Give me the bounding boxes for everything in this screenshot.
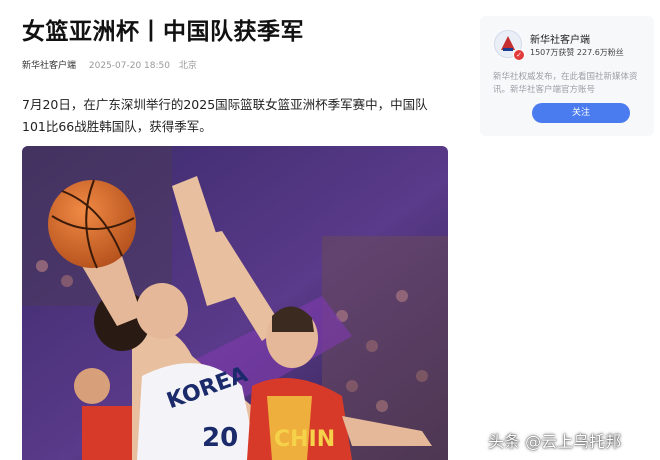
watermark: 头条 @云上乌托邦 — [488, 432, 622, 451]
article-time: 2025-07-20 18:50 — [88, 61, 170, 71]
korea-jersey-number: 20 — [202, 423, 238, 453]
follow-button[interactable]: 关注 — [532, 103, 630, 123]
article-meta: 新华社客户端 2025-07-20 18:50 北京 — [22, 58, 197, 71]
china-jersey-text: CHIN — [274, 427, 335, 452]
verified-badge-icon: ✓ — [513, 49, 525, 61]
article-location: 北京 — [178, 61, 197, 71]
article-title: 女篮亚洲杯丨中国队获季军 — [22, 19, 304, 45]
account-stats: 1507万获赞 227.6万粉丝 — [530, 48, 624, 57]
article-photo[interactable]: KOREA 20 CHIN — [22, 146, 448, 460]
account-description: 新华社权威发布，在此看国社新媒体资讯。新华社客户端官方账号 — [493, 72, 638, 95]
article-source[interactable]: 新华社客户端 — [22, 61, 76, 71]
basketball-photo-illustration: KOREA 20 CHIN — [22, 146, 448, 460]
author-card: ✓ 新华社客户端 1507万获赞 227.6万粉丝 新华社权威发布，在此看国社新… — [480, 16, 654, 136]
account-name[interactable]: 新华社客户端 — [530, 31, 590, 46]
article-body: 7月20日，在广东深圳举行的2025国际篮联女篮亚洲杯季军赛中，中国队101比6… — [22, 97, 428, 134]
